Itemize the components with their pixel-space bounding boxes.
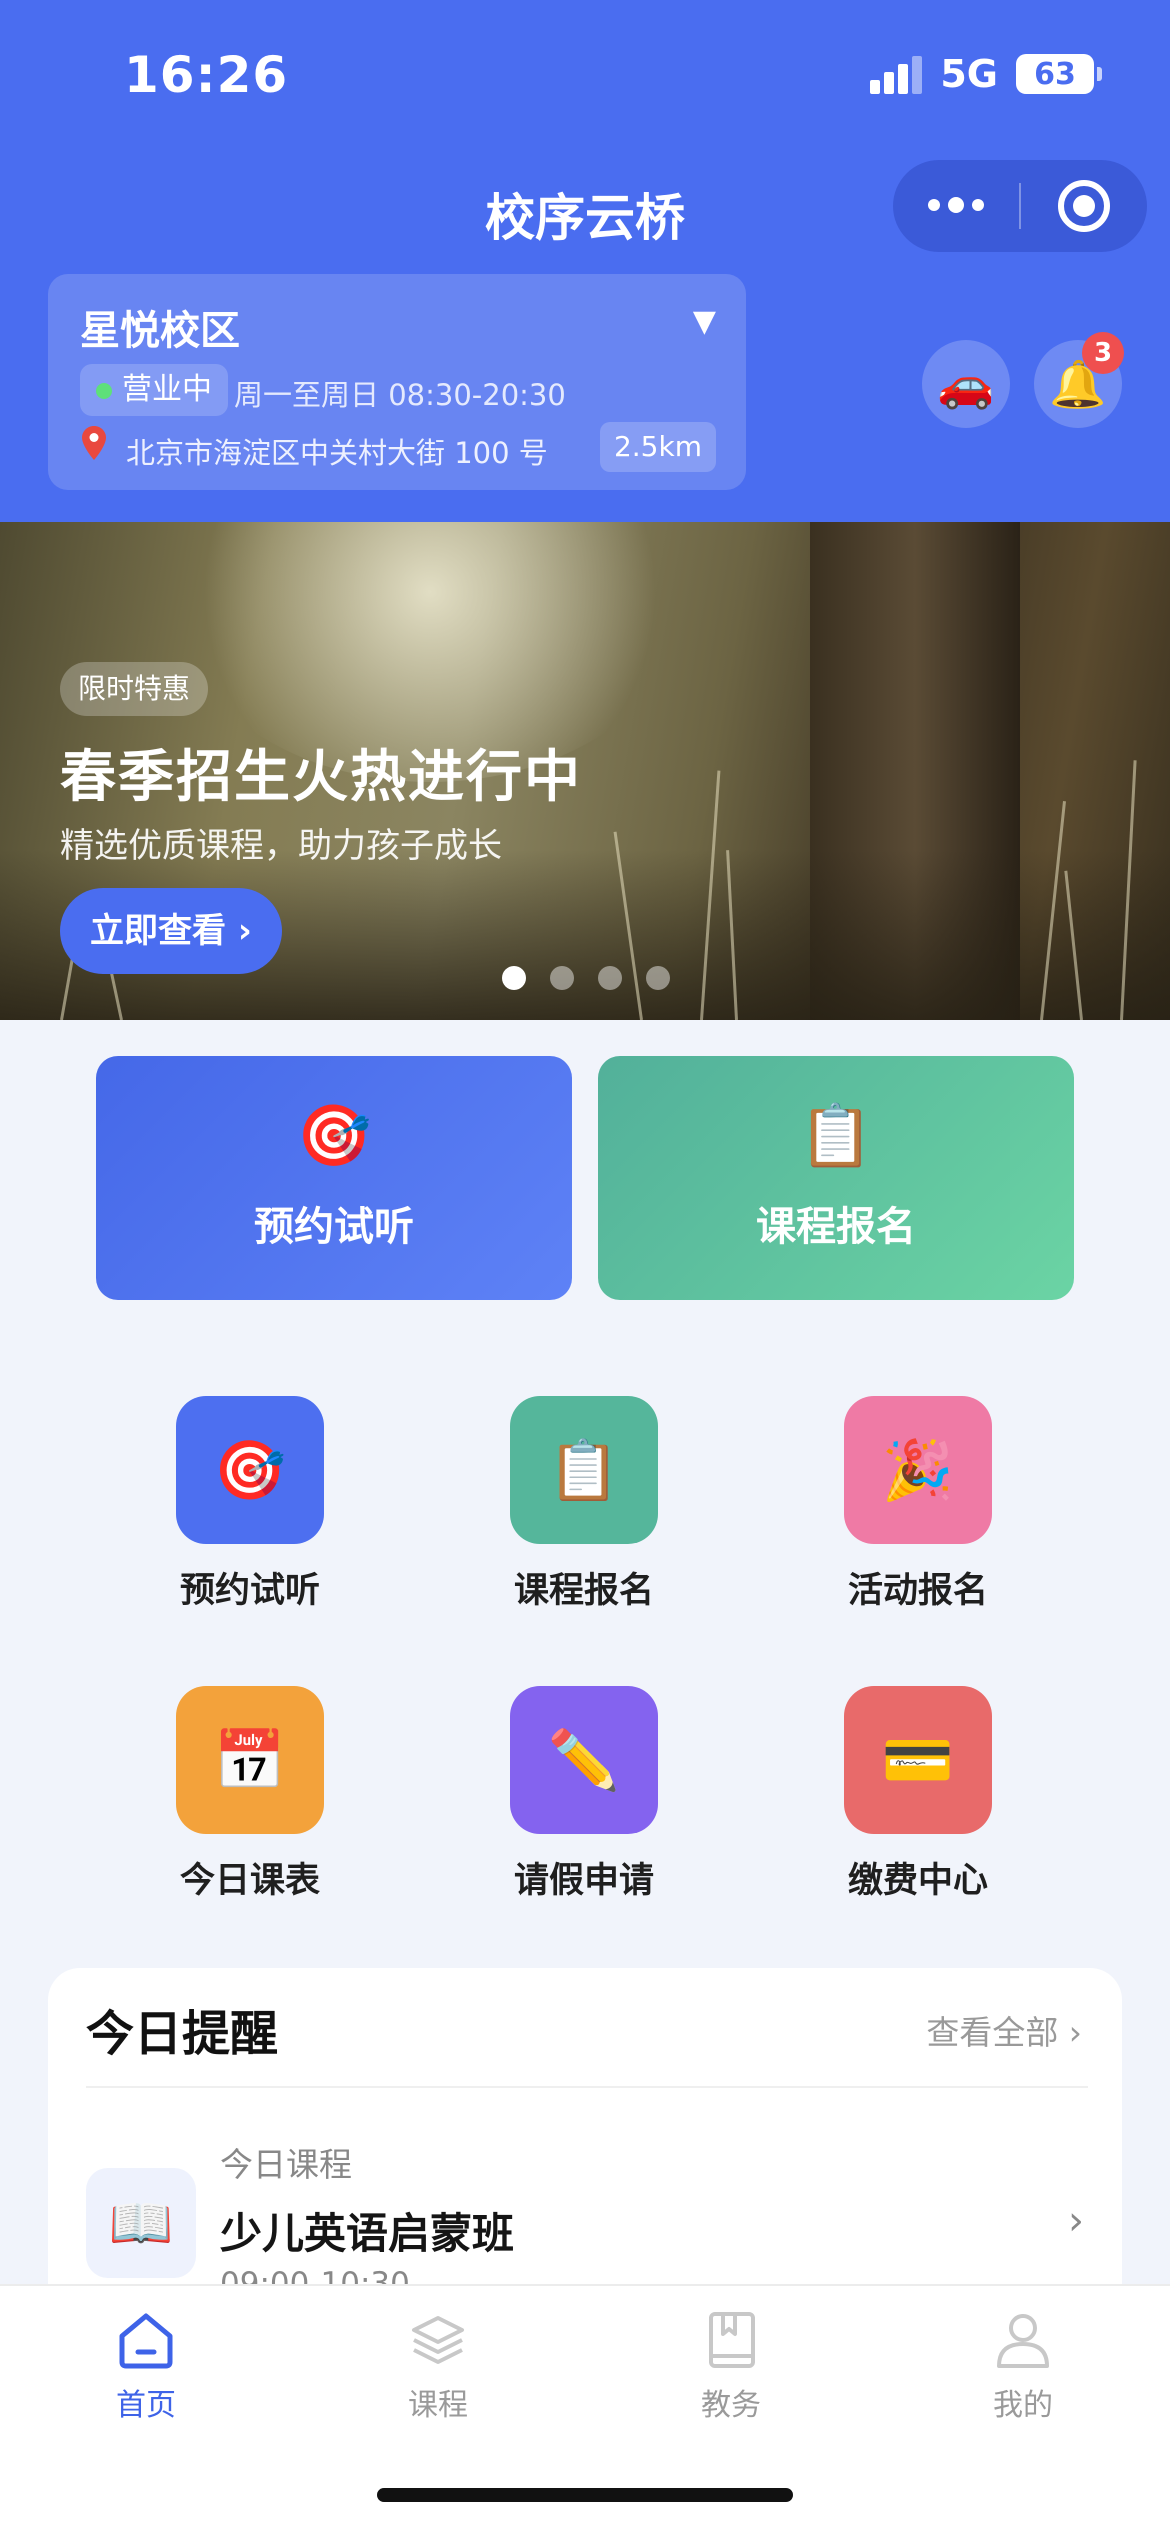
header: 16:26 5G 63 校序云桥 星悦校区 ▼ 营业中 周一至周日 08:30-… [0,0,1170,522]
tab-label: 我的 [993,2388,1053,2423]
clipboard-icon: 📋 [798,1101,874,1171]
layers-icon [412,2316,464,2364]
campus-selector[interactable]: 星悦校区 ▼ 营业中 周一至周日 08:30-20:30 北京市海淀区中关村大街… [48,274,746,490]
view-all-link[interactable]: 查看全部 › [926,2006,1082,2054]
banner-title: 春季招生火热进行中 [60,745,582,810]
book-icon: 📖 [86,2168,196,2278]
grid-item-payment[interactable]: 💳 缴费中心 [818,1686,1018,1903]
notification-badge: 3 [1082,332,1124,374]
tab-home[interactable]: 首页 [61,2308,231,2424]
status-badge: 营业中 [80,364,228,416]
battery-icon: 63 [1016,54,1102,94]
grid-item-label: 请假申请 [513,1861,654,1901]
user-icon [997,2314,1049,2368]
grid-item-label: 缴费中心 [847,1861,988,1901]
section-title: 今日提醒 [86,2006,279,2062]
more-icon[interactable] [893,197,1019,213]
course-enroll-card[interactable]: 📋 课程报名 [598,1056,1074,1300]
home-icon [119,2313,173,2369]
home-indicator [377,2488,793,2502]
grid-item-activity[interactable]: 🎉 活动报名 [818,1396,1018,1613]
tab-label: 首页 [116,2388,176,2423]
carousel-dot[interactable] [550,966,574,990]
grid-item-trial[interactable]: 🎯 预约试听 [150,1396,350,1613]
reminder-course-name[interactable]: 少儿英语启蒙班 [220,2200,514,2261]
trial-booking-card[interactable]: 🎯 预约试听 [96,1056,572,1300]
grid-item-label: 今日课表 [179,1861,320,1901]
tab-profile[interactable]: 我的 [938,2308,1108,2424]
pencil-icon: ✏️ [510,1686,658,1834]
grid-item-enroll[interactable]: 📋 课程报名 [484,1396,684,1613]
target-icon: 🎯 [176,1396,324,1544]
caret-down-icon: ▼ [692,304,716,339]
target-icon: 🎯 [296,1101,372,1171]
reminder-category: 今日课程 [220,2145,352,2184]
grid-item-label: 课程报名 [513,1571,654,1611]
carousel-dots [502,966,670,990]
location-pin-icon [82,426,106,460]
campus-address: 北京市海淀区中关村大街 100 号 [126,436,548,470]
clipboard-icon: 📋 [510,1396,658,1544]
carousel-dot[interactable] [598,966,622,990]
divider [86,2086,1088,2088]
promo-tag: 限时特惠 [60,662,209,716]
view-now-button[interactable]: 立即查看 › [60,888,282,974]
grid-item-leave[interactable]: ✏️ 请假申请 [484,1686,684,1903]
promo-banner[interactable]: 限时特惠 春季招生火热进行中 精选优质课程，助力孩子成长 立即查看 › [0,522,1170,1020]
carousel-dot[interactable] [502,966,526,990]
car-icon[interactable]: 🚗 [922,340,1010,428]
grid-item-label: 预约试听 [179,1571,320,1611]
tab-academic[interactable]: 教务 [646,2308,816,2424]
quick-action-label: 课程报名 [756,1204,916,1250]
close-target-icon[interactable] [1021,180,1147,232]
tab-courses[interactable]: 课程 [353,2308,523,2424]
signal-icon [870,54,923,94]
quick-action-label: 预约试听 [254,1204,414,1250]
tab-label: 课程 [408,2388,468,2423]
book-icon [709,2312,755,2368]
grid-item-label: 活动报名 [847,1571,988,1611]
carousel-dot[interactable] [646,966,670,990]
tab-label: 教务 [701,2388,761,2423]
grid-item-schedule[interactable]: 📅 今日课表 [150,1686,350,1903]
party-popper-icon: 🎉 [844,1396,992,1544]
chevron-right-icon[interactable]: › [1068,2198,1084,2244]
banner-subtitle: 精选优质课程，助力孩子成长 [60,826,502,866]
network-type: 5G [940,52,998,96]
status-icons: 5G 63 [870,52,1102,96]
business-hours: 周一至周日 08:30-20:30 [234,378,566,412]
credit-card-icon: 💳 [844,1686,992,1834]
status-time: 16:26 [124,46,289,104]
distance-badge: 2.5km [599,422,716,472]
miniprogram-capsule [893,160,1147,252]
campus-name: 星悦校区 [80,308,240,354]
calendar-icon: 📅 [176,1686,324,1834]
